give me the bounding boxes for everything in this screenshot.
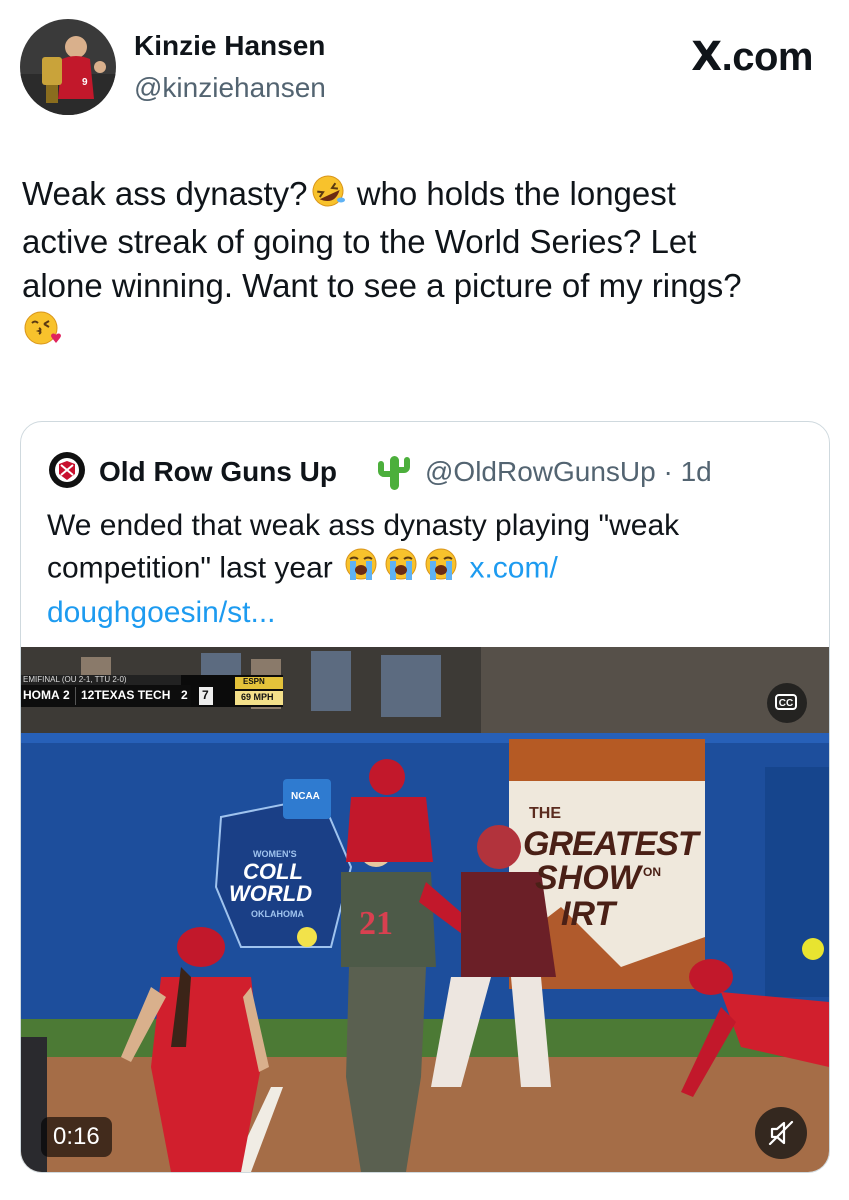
logo-ncaa: NCAA [291,791,320,802]
scorebug-game-label: EMIFINAL (OU 2-1, TTU 2-0) [23,675,127,684]
banner-on: ON [643,865,661,879]
author-handle[interactable]: @kinziehansen [134,72,326,104]
rolling-on-floor-laughing-emoji-icon [308,173,348,220]
loudly-crying-face-emoji-icon [341,546,381,593]
face-blowing-kiss-emoji-icon [22,308,62,359]
quote-link-part-2[interactable]: doughgoesin/st... [47,593,807,633]
banner-dirt: IRT [561,895,616,933]
banner-show: SHOW [535,859,641,897]
quote-text: We ended that weak ass dynasty playing "… [47,506,807,633]
old-row-logo-icon [50,453,84,487]
jersey-number: 21 [359,905,393,942]
x-logo-icon: X [691,34,722,80]
tweet-line-1b: who holds the longest [347,175,676,212]
scorebug: EMIFINAL (OU 2-1, TTU 2-0) HOMA 2 12TEXA… [21,675,283,707]
scorebug-score-2: 2 [181,688,188,702]
logo-line-3: WORLD [229,881,313,906]
video-duration: 0:16 [41,1117,112,1157]
speaker-muted-icon [768,1120,794,1146]
video-player[interactable]: EMIFINAL (OU 2-1, TTU 2-0) HOMA 2 12TEXA… [21,647,829,1172]
quote-line-1: We ended that weak ass dynasty playing "… [47,509,680,542]
loudly-crying-face-emoji-icon [421,546,461,593]
scorebug-network: ESPN [243,677,265,686]
loudly-crying-face-emoji-icon [381,546,421,593]
scorebug-team-1: HOMA [23,688,60,702]
cactus-emoji-icon [377,452,411,497]
quote-link-part-1[interactable]: x.com/ [469,551,557,584]
video-frame-softball-scene [21,647,829,1172]
logo-line-4: OKLAHOMA [251,909,304,919]
author-avatar[interactable]: 9 [20,19,116,115]
tweet-text: Weak ass dynasty? who holds the longest … [22,172,822,359]
logo-line-1: WOMEN'S [253,849,297,859]
quote-author-avatar[interactable] [49,452,85,488]
tweet-line-1a: Weak ass dynasty? [22,175,308,212]
svg-text:9: 9 [82,77,88,88]
quote-author-handle-and-time[interactable]: @OldRowGunsUp · 1d [425,456,712,488]
tweet-line-3: alone winning. Want to see a picture of … [22,266,742,304]
quote-line-2: competition" last year [47,551,333,585]
closed-captions-icon: CC [775,694,797,710]
scorebug-score-1: 2 [63,688,70,702]
tweet-line-2: active streak of going to the World Seri… [22,222,697,260]
mute-button[interactable] [755,1107,807,1159]
scorebug-pitch-speed: 69 MPH [241,692,274,702]
scorebug-team-2: 12TEXAS TECH [81,688,171,702]
site-watermark: X.com [691,34,813,80]
banner-the: THE [529,805,561,822]
closed-captions-button[interactable]: CC [767,683,807,723]
profile-photo-icon: 9 [20,19,116,115]
author-name[interactable]: Kinzie Hansen [134,30,325,62]
quote-author-name[interactable]: Old Row Guns Up [99,456,337,488]
scorebug-inning: 7 [202,688,209,702]
quote-tweet-card[interactable]: Old Row Guns Up @OldRowGunsUp · 1d We en… [20,421,830,1173]
site-label: .com [721,35,814,79]
